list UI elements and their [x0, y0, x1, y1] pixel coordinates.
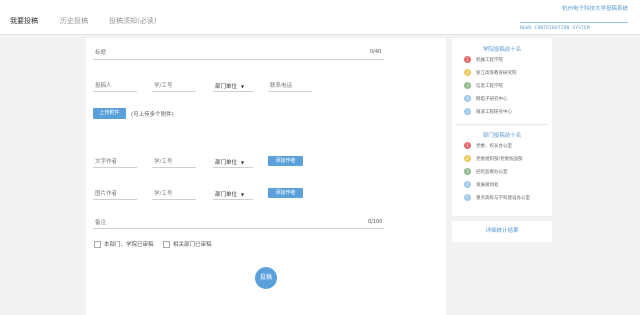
- brand-title: 杭州电子科技大学投稿系统: [561, 6, 628, 12]
- checkbox-box[interactable]: [163, 240, 170, 248]
- submission-form: 标题 0/40 投稿人 学/工号 部门单位 ▼ 联系电话 上传附件 (可上传多个附…: [86, 38, 446, 315]
- college-name: 浙江高等教育研究院: [476, 70, 517, 76]
- text-author-dept-select[interactable]: 部门单位 ▼: [215, 158, 244, 166]
- text-author-id-input[interactable]: 学/工号: [154, 157, 172, 165]
- dept-reviewed-checkbox[interactable]: 本部门、学院已审稿: [94, 240, 154, 248]
- list-item: 3 纪检监察办公室: [464, 168, 508, 175]
- chevron-down-icon: ▼: [241, 192, 245, 197]
- title-input[interactable]: 标题: [95, 48, 106, 56]
- photo-author-dept-select[interactable]: 部门单位 ▼: [215, 190, 244, 198]
- text-author-underline: [93, 167, 137, 168]
- add-photo-author-button[interactable]: 添加作者: [268, 188, 303, 198]
- list-item: 4 网电子研究中心: [464, 95, 508, 102]
- brand: 杭州电子科技大学投稿系统 NEWS CONTRIBUTION SYSTEM: [520, 4, 628, 31]
- college-ranking-title: 学院投稿前十名: [482, 47, 522, 53]
- rank-badge: 4: [464, 181, 471, 188]
- rank-badge: 3: [464, 168, 471, 175]
- college-name: 信息工程学院: [476, 83, 503, 89]
- divider: [456, 124, 548, 125]
- rank-badge: 5: [464, 108, 471, 115]
- text-author-input[interactable]: 文字作者: [95, 157, 117, 165]
- department-label: 部门单位: [215, 160, 238, 166]
- staff-id-underline: [152, 91, 196, 92]
- tab-history[interactable]: 历史投稿: [60, 16, 88, 26]
- list-item: 2 党委组织部/党委统战部: [464, 155, 523, 162]
- related-reviewed-checkbox[interactable]: 相关部门已审稿: [163, 240, 212, 248]
- title-underline: [93, 59, 384, 60]
- department-underline: [213, 91, 253, 92]
- remark-underline: [93, 228, 384, 229]
- rank-badge: 2: [464, 69, 471, 76]
- rank-badge: 4: [464, 95, 471, 102]
- rank-badge: 2: [464, 155, 471, 162]
- department-select[interactable]: 部门单位 ▼: [215, 82, 244, 90]
- photo-author-underline: [93, 199, 137, 200]
- phone-underline: [268, 91, 312, 92]
- college-name: 网电子研究中心: [476, 96, 508, 102]
- tab-submit[interactable]: 我要投稿: [10, 16, 38, 26]
- list-item: 1 机械工程学院: [464, 56, 503, 63]
- rank-badge: 1: [464, 56, 471, 63]
- dept-name: 纪检监察办公室: [476, 169, 508, 175]
- staff-id-input[interactable]: 学/工号: [154, 81, 172, 89]
- phone-input[interactable]: 联系电话: [270, 81, 292, 89]
- rank-badge: 1: [464, 142, 471, 149]
- contributor-underline: [93, 91, 137, 92]
- department-label: 部门单位: [215, 84, 238, 90]
- detailed-stats-link[interactable]: 详细统计结果: [452, 221, 552, 242]
- rank-badge: 3: [464, 82, 471, 89]
- submit-button[interactable]: 投稿: [255, 267, 277, 289]
- brand-subtitle: NEWS CONTRIBUTION SYSTEM: [520, 22, 628, 31]
- dept-ranking-title: 部门投稿前十名: [482, 133, 522, 139]
- text-author-dept-underline: [213, 167, 253, 168]
- list-item: 5 重点高校与学科建设办公室: [464, 194, 530, 201]
- top-bar: 我要投稿 历史投稿 投稿须知(必读) 杭州电子科技大学投稿系统 NEWS CON…: [0, 0, 640, 35]
- college-name: 微波工程研究中心: [476, 109, 512, 115]
- rank-badge: 5: [464, 194, 471, 201]
- title-counter: 0/40: [370, 49, 382, 55]
- text-author-id-underline: [152, 167, 196, 168]
- college-name: 机械工程学院: [476, 57, 503, 63]
- dept-name: 发展规划处: [476, 182, 499, 188]
- department-label: 部门单位: [215, 192, 238, 198]
- related-reviewed-label: 相关部门已审稿: [173, 242, 212, 248]
- upload-button[interactable]: 上传附件: [93, 108, 126, 119]
- contributor-input[interactable]: 投稿人: [95, 81, 112, 89]
- list-item: 3 信息工程学院: [464, 82, 503, 89]
- remark-input[interactable]: 备注: [95, 218, 106, 226]
- list-item: 1 党委、校长办公室: [464, 142, 512, 149]
- tab-guidelines[interactable]: 投稿须知(必读): [109, 16, 156, 26]
- dept-name: 重点高校与学科建设办公室: [476, 195, 530, 201]
- photo-author-input[interactable]: 图片作者: [95, 189, 117, 197]
- dept-reviewed-label: 本部门、学院已审稿: [104, 242, 154, 248]
- photo-author-dept-underline: [213, 199, 253, 200]
- list-item: 5 微波工程研究中心: [464, 108, 512, 115]
- chevron-down-icon: ▼: [241, 160, 245, 165]
- list-item: 4 发展规划处: [464, 181, 499, 188]
- upload-hint: (可上传多个附件): [131, 112, 174, 118]
- list-item: 2 浙江高等教育研究院: [464, 69, 517, 76]
- photo-author-id-input[interactable]: 学/工号: [154, 189, 172, 197]
- ranking-panel: 学院投稿前十名 1 机械工程学院 2 浙江高等教育研究院 3 信息工程学院 4 网电子研…: [452, 38, 552, 216]
- checkbox-box[interactable]: [94, 240, 101, 248]
- photo-author-id-underline: [152, 199, 196, 200]
- dept-name: 党委组织部/党委统战部: [476, 156, 523, 162]
- stats-panel: 详细统计结果: [452, 221, 552, 242]
- add-text-author-button[interactable]: 添加作者: [268, 156, 303, 166]
- chevron-down-icon: ▼: [241, 84, 245, 89]
- dept-name: 党委、校长办公室: [476, 143, 512, 149]
- remark-counter: 0/100: [368, 219, 383, 225]
